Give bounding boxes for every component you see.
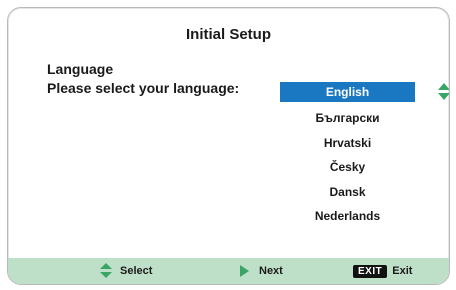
footer-next: Next — [240, 258, 283, 284]
footer-exit: EXIT Exit — [353, 258, 412, 284]
footer-bar: Select Next EXIT Exit — [8, 258, 449, 284]
up-down-arrow-icon — [438, 83, 449, 100]
footer-select: Select — [100, 258, 152, 284]
exit-label: Exit — [392, 265, 413, 277]
language-option-danish[interactable]: Dansk — [280, 180, 415, 205]
setup-dialog: Initial Setup Language Please select you… — [7, 7, 450, 285]
language-option-czech[interactable]: Česky — [280, 155, 415, 180]
language-option-croatian[interactable]: Hrvatski — [280, 131, 415, 156]
select-label: Select — [120, 265, 153, 277]
language-option-english[interactable]: English — [280, 82, 415, 102]
language-option-bulgarian[interactable]: Български — [280, 106, 415, 131]
up-down-arrow-icon — [100, 263, 112, 278]
exit-key-icon: EXIT — [353, 264, 388, 278]
next-label: Next — [259, 265, 283, 277]
language-label: Language — [47, 61, 114, 77]
language-option-dutch[interactable]: Nederlands — [280, 204, 415, 229]
page-title: Initial Setup — [185, 26, 271, 43]
language-list[interactable]: English Български Hrvatski Česky Dansk N… — [280, 82, 415, 229]
right-arrow-icon — [240, 265, 249, 277]
language-prompt: Please select your language: — [47, 80, 240, 96]
